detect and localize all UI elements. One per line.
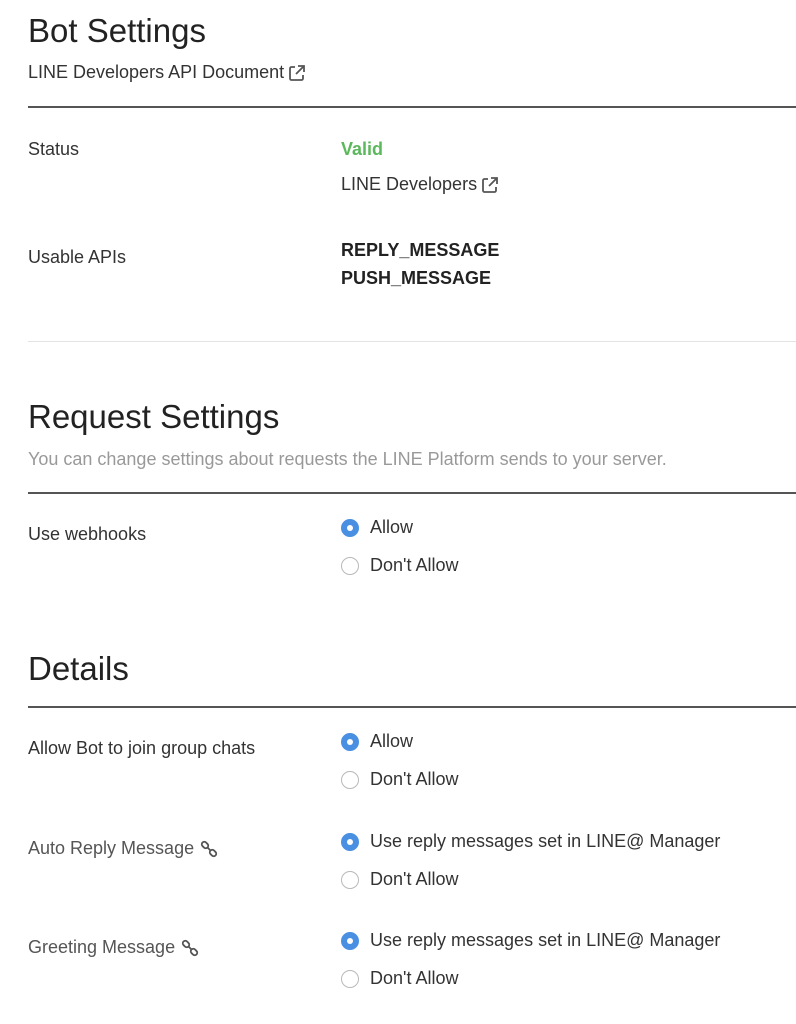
group-dont-allow-radio[interactable]: Don't Allow (341, 769, 458, 790)
api-item: REPLY_MESSAGE (341, 240, 500, 260)
radio-label: Use reply messages set in LINE@ Manager (370, 930, 721, 950)
radio-label: Don't Allow (370, 869, 459, 889)
request-settings-title: Request Settings (28, 398, 280, 435)
request-settings-divider (28, 492, 796, 494)
details-divider (28, 706, 796, 708)
bot-settings-title: Bot Settings (28, 12, 206, 49)
external-link-icon (289, 64, 306, 81)
greeting-use-manager-radio[interactable]: Use reply messages set in LINE@ Manager (341, 930, 720, 951)
auto-reply-label-text: Auto Reply Message (28, 838, 195, 858)
radio-unselected-icon (341, 556, 359, 575)
chain-link-icon[interactable] (181, 939, 199, 957)
use-webhooks-label: Use webhooks (28, 524, 147, 544)
webhooks-allow-radio[interactable]: Allow (341, 517, 413, 538)
webhooks-dont-allow-radio[interactable]: Don't Allow (341, 555, 458, 576)
radio-label: Use reply messages set in LINE@ Manager (370, 831, 721, 851)
radio-selected-icon (341, 931, 359, 950)
radio-unselected-icon (341, 770, 359, 789)
greeting-message-label: Greeting Message (28, 937, 199, 958)
external-link-icon (482, 176, 498, 193)
radio-unselected-icon (341, 870, 359, 889)
radio-label: Allow (370, 731, 414, 751)
bot-settings-page: Bot Settings LINE Developers API Documen… (0, 0, 796, 1024)
line-developers-link[interactable]: LINE Developers (341, 174, 499, 195)
greeting-dont-allow-radio[interactable]: Don't Allow (341, 968, 458, 989)
status-value: Valid (341, 139, 384, 159)
radio-label: Don't Allow (370, 769, 459, 789)
bot-settings-divider (28, 106, 796, 108)
radio-selected-icon (341, 518, 359, 537)
line-developers-link-label: LINE Developers (341, 174, 478, 194)
request-settings-description: You can change settings about requests t… (28, 449, 667, 469)
radio-label: Allow (370, 517, 414, 537)
auto-reply-label: Auto Reply Message (28, 838, 218, 859)
details-title: Details (28, 650, 129, 687)
greeting-message-label-text: Greeting Message (28, 937, 176, 957)
radio-label: Don't Allow (370, 968, 459, 988)
group-chats-label: Allow Bot to join group chats (28, 738, 256, 758)
radio-unselected-icon (341, 969, 359, 988)
usable-apis-label: Usable APIs (28, 247, 127, 267)
group-allow-radio[interactable]: Allow (341, 731, 413, 752)
api-document-link-label: LINE Developers API Document (28, 62, 285, 82)
chain-link-icon[interactable] (200, 840, 218, 858)
section-divider (28, 341, 796, 342)
auto-reply-use-manager-radio[interactable]: Use reply messages set in LINE@ Manager (341, 831, 720, 852)
auto-reply-dont-allow-radio[interactable]: Don't Allow (341, 869, 458, 890)
api-document-link[interactable]: LINE Developers API Document (28, 62, 306, 83)
radio-selected-icon (341, 832, 359, 851)
radio-selected-icon (341, 732, 359, 751)
radio-label: Don't Allow (370, 555, 459, 575)
api-item: PUSH_MESSAGE (341, 268, 492, 288)
status-label: Status (28, 139, 80, 159)
